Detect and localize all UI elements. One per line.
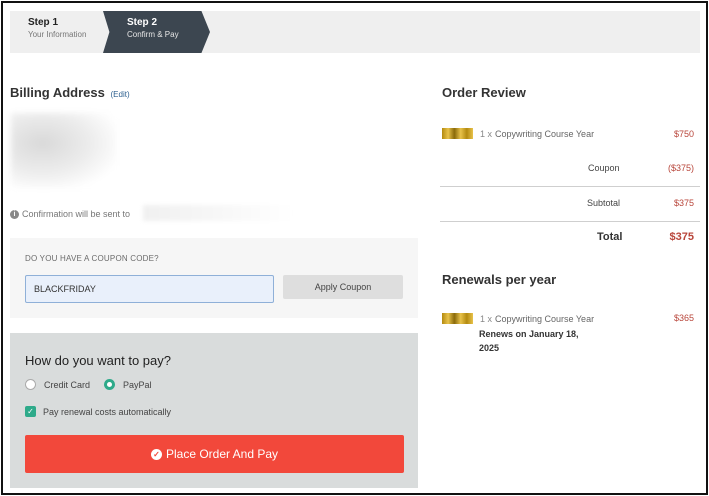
product-thumbnail <box>442 128 473 139</box>
payment-heading: How do you want to pay? <box>25 353 171 368</box>
billing-address-redacted <box>11 113 116 188</box>
apply-coupon-button[interactable]: Apply Coupon <box>283 275 403 299</box>
step-2-title: Step 2 <box>127 17 158 28</box>
renewal-item-name: Copywriting Course Year <box>495 313 595 324</box>
step-2-subtitle: Confirm & Pay <box>127 30 179 39</box>
billing-address-heading: Billing Address (Edit) <box>10 85 130 100</box>
billing-title: Billing Address <box>10 85 105 100</box>
total-label: Total <box>597 231 623 243</box>
auto-renew-label[interactable]: Pay renewal costs automatically <box>43 407 171 417</box>
renewal-qty: 1 x <box>480 313 493 324</box>
coupon-question: DO YOU HAVE A COUPON CODE? <box>25 254 159 263</box>
item-name: Copywriting Course Year <box>495 128 595 139</box>
info-icon: i <box>10 209 19 219</box>
credit-card-label[interactable]: Credit Card <box>44 380 90 390</box>
product-thumbnail <box>442 313 473 324</box>
payment-section: How do you want to pay? Credit Card PayP… <box>10 333 418 488</box>
coupon-value: ($375) <box>667 163 694 173</box>
coupon-section: DO YOU HAVE A COUPON CODE? Apply Coupon <box>10 238 418 318</box>
renewals-heading: Renewals per year <box>442 272 557 287</box>
divider <box>440 221 700 222</box>
place-order-button[interactable]: ✓ Place Order And Pay <box>25 435 404 473</box>
renewal-price: $365 <box>673 313 694 323</box>
auto-renew-checkbox[interactable]: ✓ <box>25 406 36 417</box>
step-1[interactable]: Step 1 Your Information <box>10 11 110 53</box>
step-2-active: Step 2 Confirm & Pay <box>103 11 210 53</box>
confirmation-text: Confirmation will be sent to <box>22 209 131 219</box>
check-circle-icon: ✓ <box>150 448 162 460</box>
item-price: $750 <box>673 129 694 139</box>
email-redacted <box>143 205 293 221</box>
subtotal-label: Subtotal <box>587 198 621 208</box>
order-review-heading: Order Review <box>442 85 526 100</box>
step-1-title: Step 1 <box>28 17 59 28</box>
place-order-label: Place Order And Pay <box>165 447 279 461</box>
coupon-label: Coupon <box>588 163 620 173</box>
checkout-page: Step 1 Your Information Step 2 Confirm &… <box>1 1 708 495</box>
subtotal-value: $375 <box>673 198 694 208</box>
payment-options: Credit Card PayPal <box>25 379 166 390</box>
item-qty: 1 x <box>480 128 493 139</box>
confirmation-note: i Confirmation will be sent to <box>10 209 130 219</box>
total-value: $375 <box>669 231 694 243</box>
edit-billing-link[interactable]: (Edit) <box>111 90 130 99</box>
checkout-steps: Step 1 Your Information Step 2 Confirm &… <box>10 11 700 53</box>
coupon-input[interactable] <box>25 275 274 303</box>
auto-renew-row: ✓ Pay renewal costs automatically <box>25 406 171 417</box>
step-1-subtitle: Your Information <box>28 30 87 39</box>
divider <box>440 186 700 187</box>
credit-card-radio[interactable] <box>25 379 36 390</box>
paypal-radio[interactable] <box>104 379 116 390</box>
order-item: 1 x Copywriting Course Year <box>442 128 594 139</box>
renewal-item: 1 x Copywriting Course Year <box>442 313 594 324</box>
renewal-date: Renews on January 18, 2025 <box>479 329 579 353</box>
paypal-label[interactable]: PayPal <box>123 380 152 390</box>
